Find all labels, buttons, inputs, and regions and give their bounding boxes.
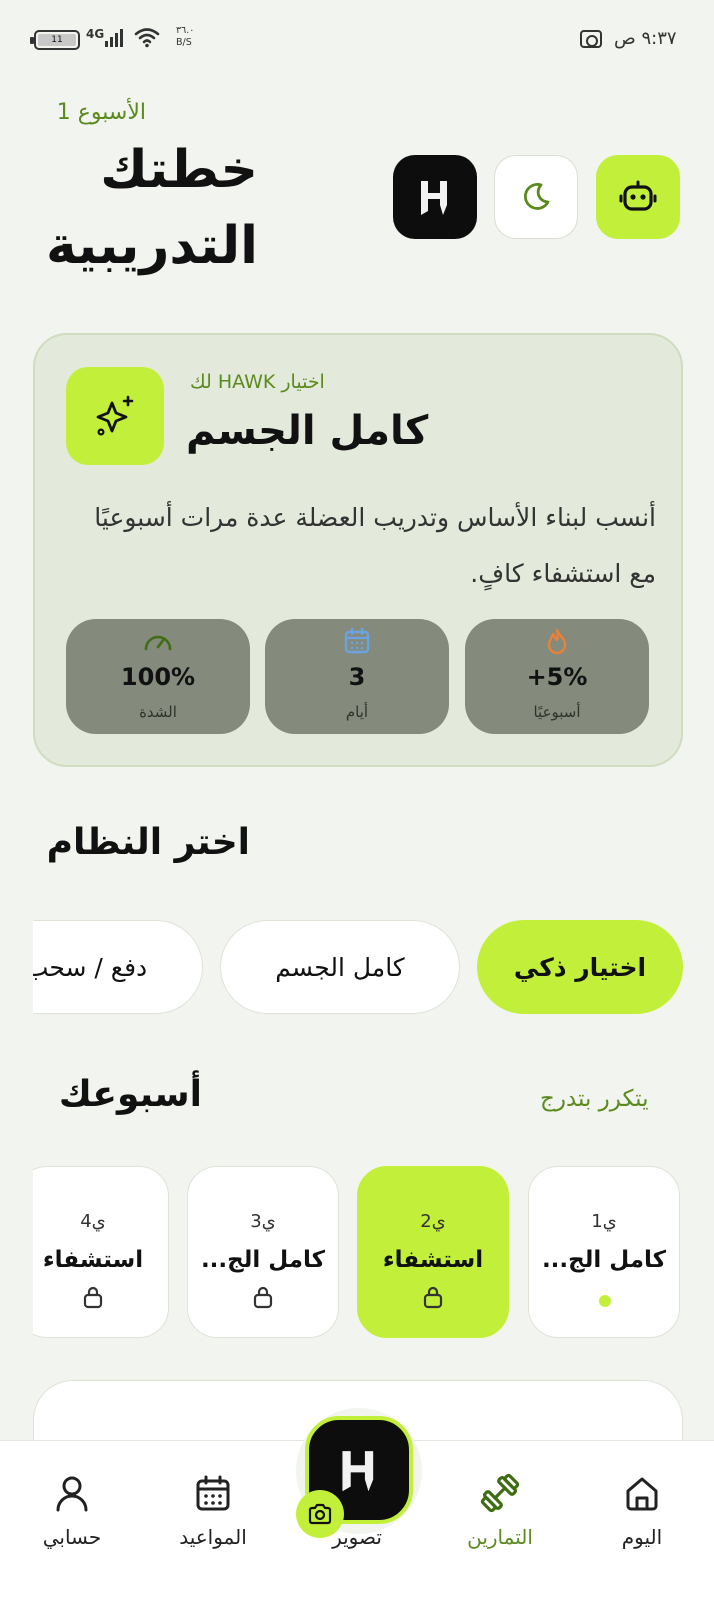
stat-value: 100% [120, 663, 196, 691]
nav-today[interactable]: اليوم [582, 1469, 702, 1549]
nav-label: اليوم [621, 1525, 663, 1549]
signal-icon [105, 29, 123, 47]
lock-icon [83, 1286, 103, 1309]
camera-icon [308, 1503, 332, 1525]
moon-icon [523, 183, 550, 210]
plan-description: أنسب لبناء الأساس وتدريب العضلة عدة مرات… [94, 503, 656, 588]
status-bar: 11 4G ٣٦.٠ B/S ٩:٣٧ ص [0, 0, 714, 80]
screen-record-icon [580, 30, 602, 48]
battery-icon: 11 [30, 30, 80, 50]
stat-value: 3 [348, 663, 366, 691]
day-label: كامل الج... [200, 1247, 326, 1273]
stat-value: +5% [526, 663, 588, 691]
robot-icon [619, 180, 657, 211]
nav-appointments[interactable]: المواعيد [153, 1469, 273, 1549]
status-am-pm: ص [614, 28, 636, 49]
week-days: ي1 كامل الج... ي2 استشفاء ي3 كامل الج...… [33, 1164, 683, 1344]
day-number: ي2 [420, 1211, 446, 1232]
gauge-icon [144, 635, 172, 651]
week-section-title: أسبوعك [58, 1074, 202, 1115]
day-number: ي4 [80, 1211, 106, 1232]
stat-label: الشدة [139, 703, 177, 721]
nav-label: التمارين [467, 1525, 533, 1549]
chip-push-pull[interactable]: دفع / سحب [33, 920, 203, 1014]
hawk-logo [421, 181, 447, 215]
calendar-icon [196, 1475, 230, 1511]
status-time-value: ٩:٣٧ [641, 28, 677, 49]
calendar-icon [344, 627, 370, 654]
battery-level: 11 [38, 34, 76, 46]
network-speed-value: ٣٦.٠ [176, 25, 195, 36]
day-card-4[interactable]: ي4 استشفاء [33, 1166, 169, 1338]
network-speed-unit: B/S [176, 37, 192, 48]
day-label: استشفاء [42, 1247, 144, 1273]
week-label: الأسبوع 1 [56, 100, 146, 125]
day-label: كامل الج... [541, 1247, 667, 1273]
plan-subtitle: اختيار HAWK لك [190, 371, 325, 393]
network-speed: ٣٦.٠ B/S [176, 25, 194, 49]
day-label: استشفاء [382, 1247, 484, 1273]
stat-intensity: 100% الشدة [66, 619, 250, 734]
ai-coach-button[interactable] [596, 155, 680, 239]
lock-icon [423, 1286, 443, 1309]
day-number: ي1 [591, 1211, 617, 1232]
plan-icon-box [66, 367, 164, 465]
lock-icon [253, 1286, 273, 1309]
hawk-logo-button[interactable] [393, 155, 477, 239]
network-type: 4G [86, 27, 105, 41]
dumbbell-icon [480, 1473, 520, 1513]
nav-label: حسابي [42, 1525, 102, 1549]
camera-badge [296, 1490, 344, 1538]
wifi-icon [134, 28, 160, 48]
flame-icon [547, 628, 567, 655]
chip-smart-choice[interactable]: اختيار ذكي [477, 920, 683, 1014]
sparkles-icon [96, 395, 134, 436]
status-time: ٩:٣٧ ص [614, 28, 677, 49]
nav-account[interactable]: حسابي [12, 1469, 132, 1549]
system-section-title: اختر النظام [46, 822, 250, 863]
page-title: خطتك التدريبية [45, 140, 258, 276]
stat-label: أيام [345, 703, 369, 721]
theme-toggle-button[interactable] [494, 155, 578, 239]
nav-label: المواعيد [179, 1525, 247, 1549]
home-icon [626, 1477, 658, 1511]
stat-days: 3 أيام [265, 619, 449, 734]
today-dot [599, 1295, 611, 1307]
nav-workouts[interactable]: التمارين [440, 1469, 560, 1549]
stat-weekly-progress: +5% أسبوعيًا [465, 619, 649, 734]
chip-full-body[interactable]: كامل الجسم [220, 920, 460, 1014]
hawk-logo [342, 1451, 374, 1492]
plan-name: كامل الجسم [186, 408, 429, 454]
day-card-1[interactable]: ي1 كامل الج... [528, 1166, 680, 1338]
day-card-2[interactable]: ي2 استشفاء [357, 1166, 509, 1338]
repeat-progressive-link[interactable]: يتكرر بتدرج [540, 1086, 649, 1112]
day-card-3[interactable]: ي3 كامل الج... [187, 1166, 339, 1338]
stat-label: أسبوعيًا [533, 703, 581, 721]
system-chips: اختيار ذكي كامل الجسم دفع / سحب [33, 918, 683, 1018]
day-number: ي3 [250, 1211, 276, 1232]
user-icon [56, 1476, 88, 1512]
